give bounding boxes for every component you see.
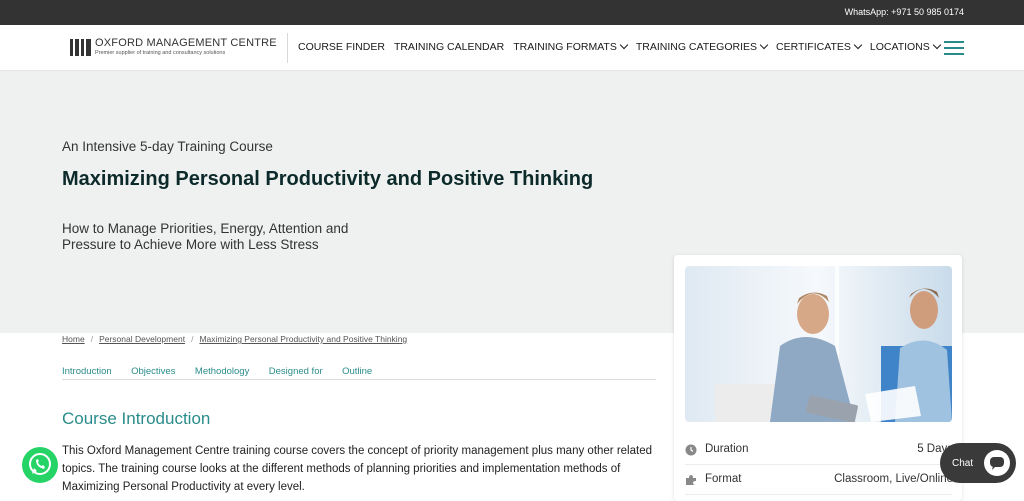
course-photo (685, 266, 952, 422)
format-label: Format (705, 473, 742, 485)
tab-methodology[interactable]: Methodology (195, 366, 249, 377)
nav-item-label: TRAINING CATEGORIES (635, 41, 757, 53)
nav-item-label: TRAINING CALENDAR (393, 41, 505, 53)
nav-menu: COURSE FINDER TRAINING CALENDAR TRAINING… (298, 40, 949, 53)
nav-item-training-categories[interactable]: TRAINING CATEGORIES (635, 40, 769, 53)
chevron-down-icon (932, 40, 942, 50)
course-introduction-heading: Course Introduction (62, 409, 211, 428)
logo-mark-icon (70, 39, 92, 56)
chat-label: Chat (952, 458, 974, 469)
chat-button[interactable]: Chat (940, 443, 1016, 483)
site-logo[interactable]: OXFORD MANAGEMENT CENTRE Premier supplie… (70, 37, 280, 59)
tab-outline[interactable]: Outline (342, 366, 372, 377)
nav-item-locations[interactable]: LOCATIONS (869, 40, 942, 53)
chat-bubble-icon (984, 450, 1010, 476)
nav-item-course-finder[interactable]: COURSE FINDER (298, 41, 385, 53)
section-tabs: Introduction Objectives Methodology Desi… (62, 361, 656, 380)
clock-icon (685, 444, 697, 456)
breadcrumb-separator: / (90, 334, 94, 344)
tab-introduction[interactable]: Introduction (62, 366, 112, 377)
puzzle-icon (686, 475, 696, 485)
course-subtitle: How to Manage Priorities, Energy, Attent… (62, 221, 349, 252)
nav-item-label: LOCATIONS (869, 41, 930, 53)
format-value: Classroom, Live/Online (834, 473, 953, 485)
breadcrumb-current[interactable]: Maximizing Personal Productivity and Pos… (199, 334, 407, 344)
chevron-down-icon (759, 40, 769, 50)
breadcrumb-personal-development[interactable]: Personal Development (99, 334, 185, 344)
breadcrumb-separator: / (191, 334, 194, 344)
whatsapp-number[interactable]: WhatsApp: +971 50 985 0174 (845, 7, 964, 17)
hamburger-icon[interactable] (944, 41, 964, 55)
nav-item-label: TRAINING FORMATS (513, 41, 617, 53)
breadcrumb: Home / Personal Development / Maximizing Per… (62, 334, 407, 344)
nav-item-label: CERTIFICATES (776, 41, 851, 53)
page-title: Maximizing Personal Productivity and Pos… (62, 168, 594, 190)
logo-tagline: Premier supplier of training and consult… (95, 50, 226, 56)
nav-item-training-calendar[interactable]: TRAINING CALENDAR (394, 41, 504, 53)
top-bar: WhatsApp: +971 50 985 0174 (0, 0, 1024, 25)
nav-item-label: COURSE FINDER (298, 41, 385, 53)
duration-row: Duration 5 Days (685, 435, 953, 465)
course-eyebrow: An Intensive 5-day Training Course (62, 139, 273, 154)
main-nav: OXFORD MANAGEMENT CENTRE Premier supplie… (0, 25, 1024, 71)
chevron-down-icon (619, 40, 629, 50)
nav-item-certificates[interactable]: CERTIFICATES (776, 40, 863, 53)
course-info-card: Duration 5 Days Format Classroom, Live/O… (674, 255, 962, 501)
tab-designed-for[interactable]: Designed for (269, 366, 323, 377)
breadcrumb-home[interactable]: Home (62, 334, 85, 344)
whatsapp-icon (29, 453, 51, 475)
nav-item-training-formats[interactable]: TRAINING FORMATS (513, 40, 629, 53)
logo-name: OXFORD MANAGEMENT CENTRE (95, 37, 277, 49)
duration-label: Duration (705, 443, 749, 455)
course-introduction-text: This Oxford Management Centre training c… (62, 445, 652, 493)
format-row: Format Classroom, Live/Online (685, 465, 953, 495)
chevron-down-icon (853, 40, 863, 50)
tab-objectives[interactable]: Objectives (131, 366, 175, 377)
whatsapp-button[interactable] (22, 447, 58, 483)
nav-divider (287, 33, 288, 63)
